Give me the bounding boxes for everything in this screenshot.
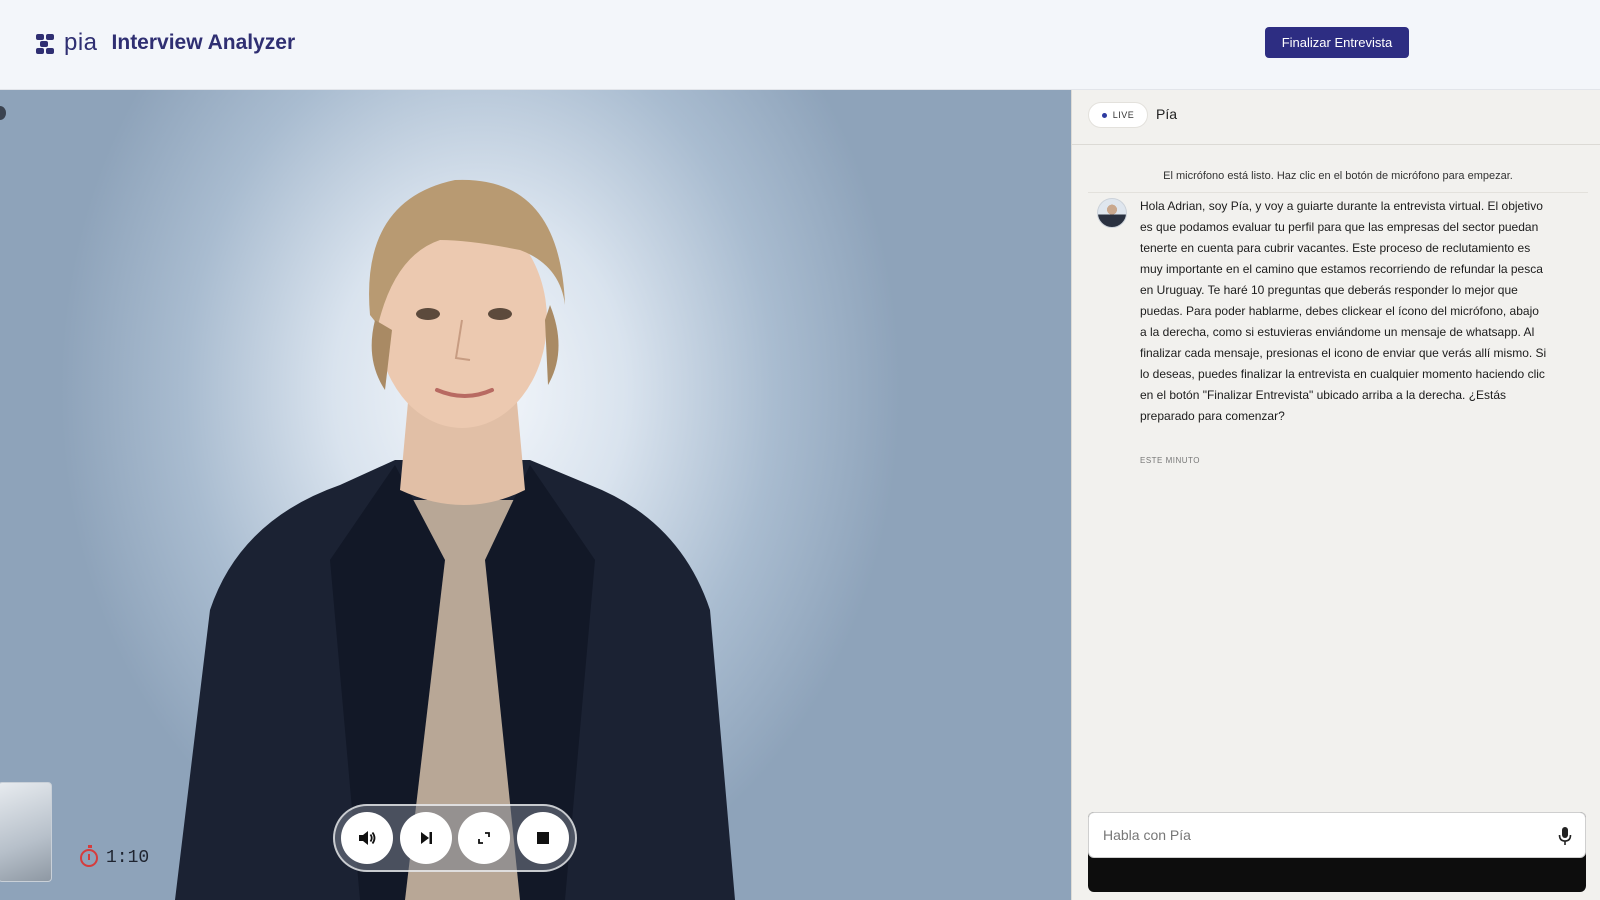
chat-header: LIVE Pía xyxy=(1072,90,1600,145)
message-timestamp: ESTE MINUTO xyxy=(1140,456,1201,465)
timer-value: 1:10 xyxy=(106,848,150,868)
live-badge: LIVE xyxy=(1088,102,1148,128)
fullscreen-button[interactable] xyxy=(458,812,511,864)
app-header: pia Interview Analyzer Finalizar Entrevi… xyxy=(0,0,1600,90)
self-view-thumbnail[interactable] xyxy=(0,782,52,882)
video-controls xyxy=(333,804,577,872)
pia-logo-icon xyxy=(36,32,58,54)
chat-input-box xyxy=(1088,812,1586,858)
stopwatch-icon xyxy=(80,845,98,867)
live-dot-icon xyxy=(1101,112,1107,118)
volume-button[interactable] xyxy=(341,812,393,864)
brand: pia Interview Analyzer xyxy=(36,26,295,60)
interview-timer: 1:10 xyxy=(80,845,150,868)
finish-interview-button[interactable]: Finalizar Entrevista xyxy=(1265,27,1409,58)
agent-avatar xyxy=(1097,198,1127,228)
chat-input[interactable] xyxy=(1103,827,1523,843)
microphone-button[interactable] xyxy=(1553,824,1577,848)
skip-icon xyxy=(420,832,432,844)
avatar-video: 1:10 xyxy=(0,90,1071,900)
stop-button[interactable] xyxy=(516,812,569,864)
skip-button[interactable] xyxy=(399,812,452,864)
system-message: El micrófono está listo. Haz clic en el … xyxy=(1088,170,1588,193)
agent-name: Pía xyxy=(1156,106,1178,122)
live-label: LIVE xyxy=(1112,110,1135,120)
stop-icon xyxy=(536,832,549,844)
fullscreen-icon xyxy=(478,832,491,844)
volume-icon xyxy=(359,831,376,845)
interviewer-avatar-image xyxy=(175,179,735,900)
chat-input-area xyxy=(1088,812,1586,892)
microphone-icon xyxy=(1558,827,1572,845)
logo-word: pia xyxy=(64,29,98,56)
app-title: Interview Analyzer xyxy=(111,31,296,54)
chat-panel: LIVE Pía El micrófono está listo. Haz cl… xyxy=(1071,90,1600,900)
agent-message-text: Hola Adrian, soy Pía, y voy a guiarte du… xyxy=(1140,199,1547,423)
